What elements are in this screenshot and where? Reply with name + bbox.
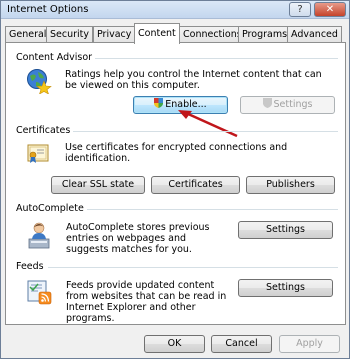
- settings-shield-icon: [262, 98, 272, 108]
- close-button[interactable]: ✕: [314, 2, 346, 17]
- content-advisor-description: Ratings help you control the Internet co…: [65, 69, 322, 91]
- autocomplete-description: AutoComplete stores previous entries on …: [66, 222, 210, 255]
- content-advisor-divider: [86, 58, 338, 59]
- publishers-button[interactable]: Publishers: [246, 176, 335, 194]
- window-title: Internet Options: [7, 4, 89, 15]
- autocomplete-icon: [28, 222, 50, 249]
- feeds-divider: [48, 267, 338, 268]
- autocomplete-settings-button[interactable]: Settings: [238, 221, 333, 239]
- content-advisor-globe-icon: [27, 69, 52, 94]
- tab-advanced[interactable]: Advanced: [287, 26, 342, 43]
- red-annotation-arrow: [178, 110, 238, 138]
- feeds-icon: [27, 280, 52, 305]
- certificates-divider: [72, 131, 338, 132]
- internet-options-window: Internet Options ? ✕ General Security Pr…: [0, 0, 350, 359]
- tab-privacy[interactable]: Privacy: [93, 26, 136, 43]
- feeds-heading: Feeds: [16, 261, 47, 272]
- content-advisor-heading: Content Advisor: [16, 52, 96, 63]
- title-bar[interactable]: Internet Options ? ✕: [1, 1, 349, 19]
- tab-security[interactable]: Security: [46, 26, 94, 43]
- help-button[interactable]: ?: [289, 2, 311, 17]
- tab-strip: General Security Privacy Content Connect…: [5, 23, 345, 44]
- tab-general[interactable]: General: [5, 26, 51, 43]
- autocomplete-heading: AutoComplete: [16, 203, 87, 214]
- ok-button[interactable]: OK: [144, 335, 205, 353]
- certificates-description: Use certificates for encrypted connectio…: [65, 142, 288, 164]
- clear-ssl-state-button[interactable]: Clear SSL state: [51, 176, 145, 194]
- settings-button-label: Settings: [273, 99, 313, 110]
- enable-shield-icon: [154, 98, 164, 108]
- feeds-description: Feeds provide updated content from websi…: [66, 280, 227, 324]
- content-tab-panel: Content Advisor Ratings help you control…: [5, 42, 346, 325]
- autocomplete-divider: [84, 209, 338, 210]
- certificate-icon: [27, 144, 49, 163]
- content-advisor-settings-button[interactable]: Settings: [240, 96, 335, 114]
- tab-connections[interactable]: Connections: [179, 26, 246, 43]
- certificates-heading: Certificates: [16, 125, 74, 136]
- tab-content[interactable]: Content: [134, 23, 180, 44]
- feeds-settings-button[interactable]: Settings: [238, 279, 333, 297]
- tab-programs[interactable]: Programs: [238, 26, 292, 43]
- apply-button[interactable]: Apply: [279, 335, 340, 353]
- cancel-button[interactable]: Cancel: [211, 335, 272, 353]
- certificates-button[interactable]: Certificates: [151, 176, 240, 194]
